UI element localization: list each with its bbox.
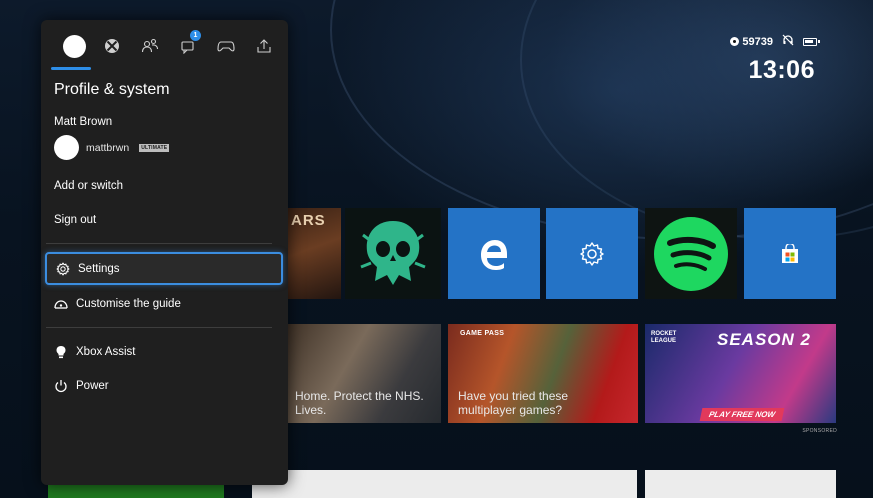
store-bag-icon xyxy=(782,243,798,263)
app-tile-store[interactable] xyxy=(744,208,836,299)
game-pass-badge: GAME PASS xyxy=(460,330,505,337)
gamerscore: 59739 xyxy=(730,36,773,48)
page-title: Profile & system xyxy=(54,81,170,98)
spotify-icon xyxy=(654,216,728,291)
battery-icon xyxy=(803,37,820,46)
settings-label: Settings xyxy=(78,262,120,275)
tab-share[interactable] xyxy=(245,32,283,60)
customise-guide-label: Customise the guide xyxy=(76,297,181,310)
app-tile-spotify[interactable] xyxy=(645,208,737,299)
xbox-assist-button[interactable]: Xbox Assist xyxy=(45,335,283,368)
active-tab-indicator xyxy=(51,67,91,70)
tab-people[interactable] xyxy=(131,32,169,60)
bottom-tile[interactable] xyxy=(645,470,836,498)
app-tile-settings[interactable] xyxy=(546,208,638,299)
skull-icon xyxy=(360,220,426,285)
profile-row[interactable]: mattbrwn ULTIMATE xyxy=(54,135,170,160)
game-tile-gears[interactable]: ARS xyxy=(285,208,341,299)
promo-tile-game-pass[interactable]: GAME PASS Have you tried these multiplay… xyxy=(448,324,638,423)
tab-messages[interactable]: 1 xyxy=(169,30,207,60)
customise-guide-button[interactable]: Customise the guide xyxy=(45,287,283,320)
sign-out-button[interactable]: Sign out xyxy=(54,214,96,226)
promo-tile-rocket-league[interactable]: ROCKET LEAGUE SEASON 2 PLAY FREE NOW xyxy=(645,324,836,423)
clock: 13:06 xyxy=(748,56,815,84)
bottom-tile[interactable] xyxy=(252,470,637,498)
guide-tabs: 1 xyxy=(55,30,283,60)
headset-muted-icon xyxy=(782,34,794,49)
game-tile-sea-of-thieves[interactable] xyxy=(345,208,441,299)
avatar xyxy=(54,135,79,160)
game-title: ARS xyxy=(291,212,326,229)
promo-tile-stay-home[interactable]: Home. Protect the NHS. Lives. xyxy=(285,324,441,423)
tab-xbox[interactable] xyxy=(93,32,131,60)
season-title: SEASON 2 xyxy=(717,330,811,349)
app-tile-edge[interactable] xyxy=(448,208,540,299)
settings-button[interactable]: Settings xyxy=(45,252,283,285)
avatar xyxy=(62,34,86,58)
ultimate-badge: ULTIMATE xyxy=(139,143,170,152)
rocket-league-logo: ROCKET LEAGUE xyxy=(651,331,677,344)
promo-text: Home. Protect the NHS. Lives. xyxy=(295,389,424,417)
promo-text: Have you tried these multiplayer games? xyxy=(458,389,569,417)
guide-panel: 1 Profile & system Matt Brown mattbrwn U… xyxy=(41,20,288,485)
sponsored-label: SPONSORED xyxy=(802,428,837,434)
xbox-assist-label: Xbox Assist xyxy=(76,345,136,358)
divider xyxy=(46,243,272,244)
gear-icon xyxy=(55,261,70,276)
notification-badge: 1 xyxy=(190,30,201,41)
power-label: Power xyxy=(76,379,109,392)
controller-icon xyxy=(217,41,235,52)
play-free-badge: PLAY FREE NOW xyxy=(699,408,785,421)
user-name: Matt Brown xyxy=(54,116,113,128)
status-bar: 59739 xyxy=(730,34,820,49)
gamertag: mattbrwn xyxy=(86,141,130,154)
xbox-logo-icon xyxy=(105,39,119,53)
xbox-dashboard: 59739 13:06 ARS Home. Protect the NHS. L… xyxy=(0,0,873,498)
tab-profile[interactable] xyxy=(55,32,93,60)
people-icon xyxy=(141,38,159,53)
customise-guide-icon xyxy=(53,296,68,311)
gear-icon xyxy=(580,241,604,266)
gamerscore-icon xyxy=(730,37,740,46)
gamerscore-value: 59739 xyxy=(742,35,773,48)
power-button[interactable]: Power xyxy=(45,369,283,402)
divider xyxy=(46,327,272,328)
edge-icon xyxy=(481,239,507,270)
lightbulb-icon xyxy=(53,344,68,359)
share-upload-icon xyxy=(257,39,271,53)
power-icon xyxy=(53,378,68,393)
tab-controller[interactable] xyxy=(207,32,245,60)
add-or-switch-button[interactable]: Add or switch xyxy=(54,180,123,192)
